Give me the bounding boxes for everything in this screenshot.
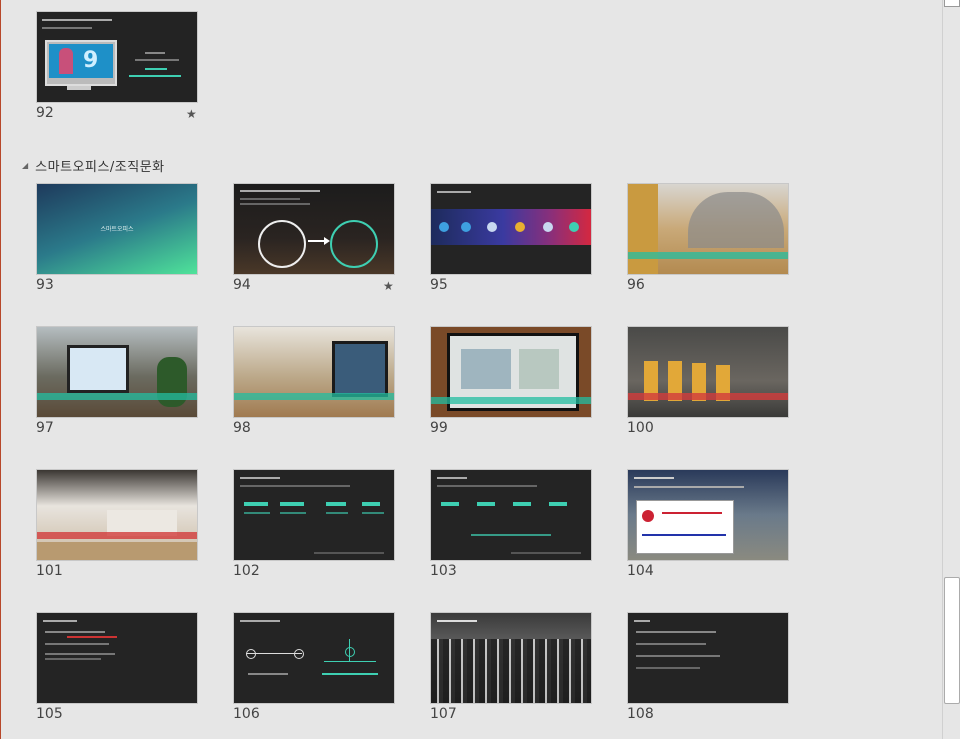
slide-preview: 9 — [36, 11, 198, 103]
slide-preview — [233, 612, 395, 704]
slide-preview — [430, 183, 592, 275]
collapse-triangle-icon[interactable]: ◢ — [22, 161, 28, 170]
slide-preview — [430, 469, 592, 561]
slide-number: 94 — [233, 277, 251, 293]
slide-number: 101 — [36, 563, 63, 579]
slide-title-text: 스마트오피스 — [100, 226, 134, 233]
slide-preview — [627, 612, 789, 704]
slide-number: 97 — [36, 420, 54, 436]
slide-preview — [627, 469, 789, 561]
section-header[interactable]: ◢ 스마트오피스/조직문화 — [22, 156, 165, 175]
vertical-scrollbar[interactable] — [942, 0, 960, 739]
slide-number: 99 — [430, 420, 448, 436]
slide-number: 93 — [36, 277, 54, 293]
slide-number: 108 — [627, 706, 654, 722]
scroll-up-button[interactable] — [944, 0, 960, 7]
slide-number: 102 — [233, 563, 260, 579]
slide-preview — [233, 326, 395, 418]
slide-preview — [627, 183, 789, 275]
slide-preview — [36, 469, 198, 561]
slide-preview — [233, 469, 395, 561]
slide-number: 105 — [36, 706, 63, 722]
star-icon: ★ — [383, 279, 394, 293]
circle-diagram — [258, 220, 306, 268]
slide-number: 103 — [430, 563, 457, 579]
slide-preview — [430, 612, 592, 704]
slide-number: 92 — [36, 105, 54, 121]
slide-number: 96 — [627, 277, 645, 293]
slide-number: 106 — [233, 706, 260, 722]
window-frame-left — [0, 0, 1, 739]
slide-preview — [233, 183, 395, 275]
slide-number: 95 — [430, 277, 448, 293]
slide-preview — [430, 326, 592, 418]
slide-number: 104 — [627, 563, 654, 579]
slide-preview — [627, 326, 789, 418]
slide-number: 98 — [233, 420, 251, 436]
scrollbar-thumb[interactable] — [944, 577, 960, 704]
monitor-image: 9 — [45, 40, 117, 86]
slide-number: 100 — [627, 420, 654, 436]
slide-number: 107 — [430, 706, 457, 722]
slide-preview: 스마트오피스 — [36, 183, 198, 275]
circle-diagram — [330, 220, 378, 268]
timeline-band — [431, 209, 591, 245]
slide-preview — [36, 326, 198, 418]
slide-preview — [36, 612, 198, 704]
section-title: 스마트오피스/조직문화 — [35, 160, 165, 175]
star-icon: ★ — [186, 107, 197, 121]
